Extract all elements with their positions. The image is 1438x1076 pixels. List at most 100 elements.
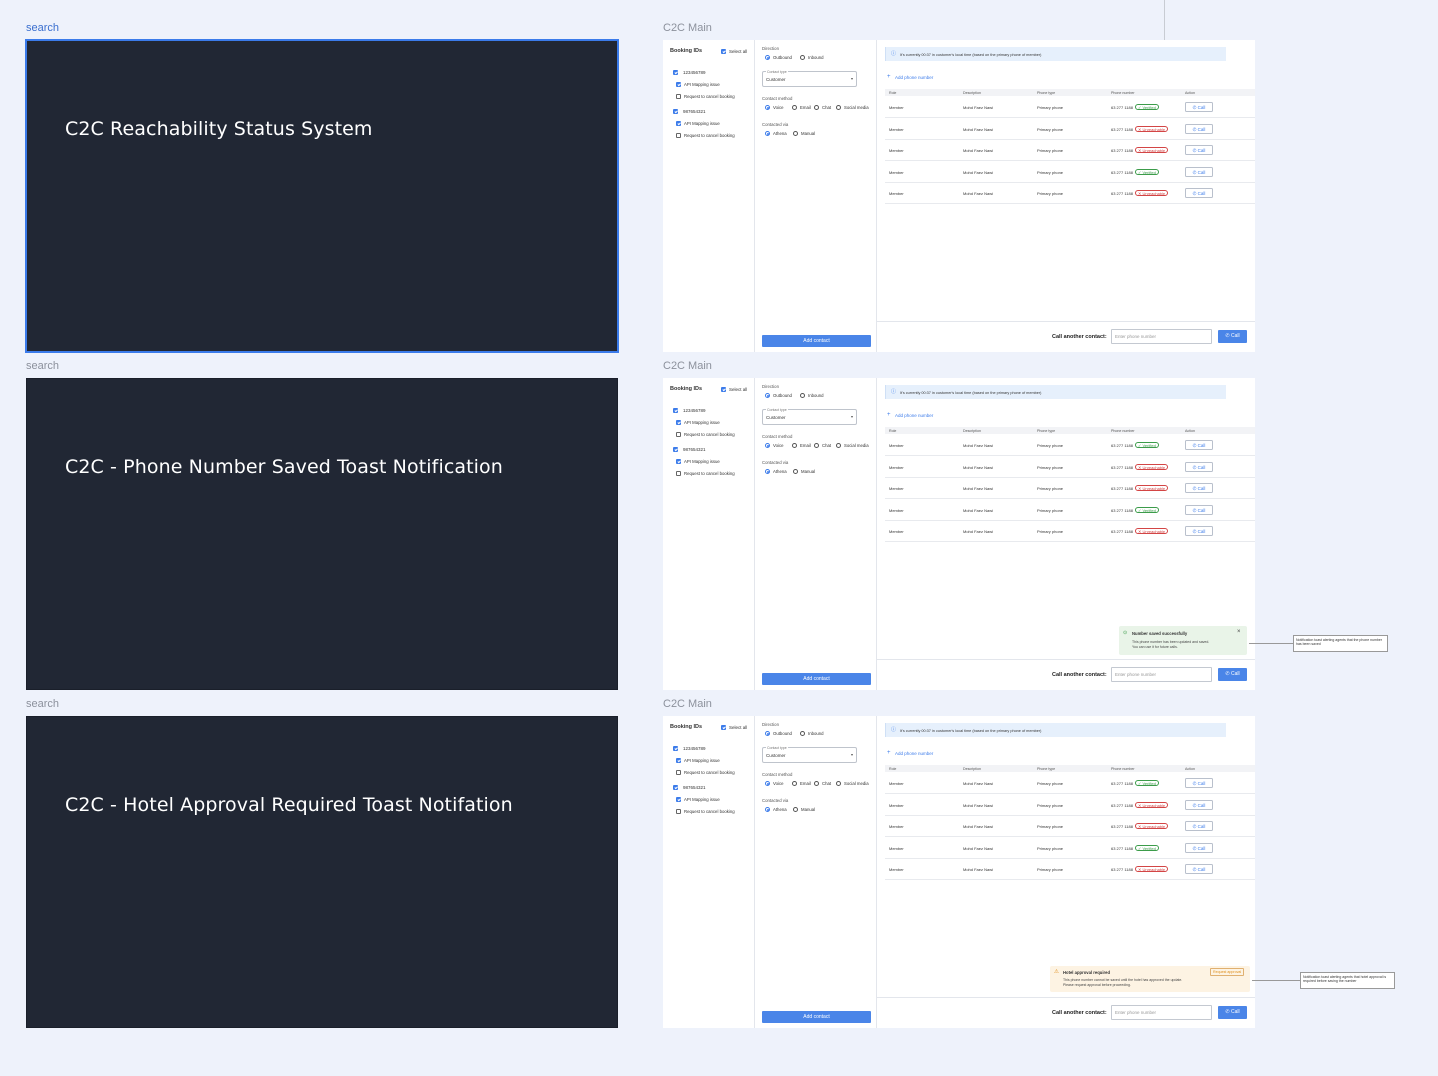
issue-checkbox[interactable] — [676, 471, 681, 476]
banner-text: It's currently 00:37 in customer's local… — [900, 391, 1042, 395]
email-radio[interactable] — [792, 105, 797, 110]
athena-radio[interactable] — [765, 131, 770, 136]
call-button[interactable]: ✆ Call — [1185, 504, 1213, 515]
call-button-primary[interactable]: ✆ Call — [1218, 330, 1247, 343]
banner-text: It's currently 00:37 in customer's local… — [900, 729, 1042, 733]
close-icon[interactable]: × — [1237, 629, 1241, 635]
screen-label[interactable]: C2C Main — [663, 22, 712, 34]
call-button[interactable]: ✆ Call — [1185, 461, 1213, 472]
booking-checkbox[interactable] — [673, 70, 678, 75]
booking-checkbox[interactable] — [673, 109, 678, 114]
role-cell: Member — [889, 781, 904, 786]
booking-checkbox[interactable] — [673, 746, 678, 751]
issue-label: API Mapping issue — [684, 121, 720, 126]
call-button[interactable]: ✆ Call — [1185, 842, 1213, 853]
role-cell: Member — [889, 802, 904, 808]
call-button[interactable]: ✆ Call — [1185, 440, 1213, 450]
select-all-checkbox[interactable] — [721, 49, 726, 54]
add-phone-link[interactable]: Add phone number — [895, 413, 933, 419]
frame-label[interactable]: search — [26, 360, 59, 372]
select-all-checkbox[interactable] — [721, 725, 726, 730]
issue-checkbox[interactable] — [676, 420, 681, 425]
call-button[interactable]: ✆ Call — [1185, 102, 1213, 112]
booking-checkbox[interactable] — [673, 785, 678, 790]
outbound-radio[interactable] — [765, 55, 770, 60]
issue-checkbox[interactable] — [676, 133, 681, 138]
athena-radio[interactable] — [765, 807, 770, 812]
call-button[interactable]: ✆ Call — [1185, 123, 1213, 134]
call-button[interactable]: ✆ Call — [1185, 166, 1213, 177]
call-button[interactable]: ✆ Call — [1185, 799, 1213, 810]
manual-radio[interactable] — [793, 469, 798, 474]
issue-checkbox[interactable] — [676, 432, 681, 437]
column-header: Description — [963, 91, 981, 95]
add-contact-button[interactable]: Add contact — [762, 1011, 871, 1023]
call-button[interactable]: ✆ Call — [1185, 188, 1213, 198]
outbound-radio[interactable] — [765, 731, 770, 736]
phone-number-input[interactable]: Enter phone number — [1111, 667, 1212, 682]
screen-label[interactable]: C2C Main — [663, 360, 712, 372]
call-button[interactable]: ✆ Call — [1185, 778, 1213, 788]
booking-checkbox[interactable] — [673, 408, 678, 413]
voice-radio[interactable] — [765, 105, 770, 110]
call-label: Call — [1197, 191, 1206, 196]
status-badge: ✓ Verified — [1135, 104, 1159, 110]
issue-checkbox[interactable] — [676, 121, 681, 126]
contact-type-select[interactable]: Contact type Customer ▾ — [762, 69, 857, 87]
call-button-primary[interactable]: ✆ Call — [1218, 668, 1247, 681]
voice-radio[interactable] — [765, 443, 770, 448]
social-radio[interactable] — [836, 443, 841, 448]
issue-checkbox[interactable] — [676, 82, 681, 87]
issue-checkbox[interactable] — [676, 758, 681, 763]
status-badge: ✓ Verified — [1135, 168, 1159, 175]
inbound-radio[interactable] — [800, 731, 805, 736]
add-phone-link[interactable]: Add phone number — [895, 75, 933, 81]
screen-label[interactable]: C2C Main — [663, 698, 712, 710]
phone-number-input[interactable]: Enter phone number — [1111, 1005, 1212, 1020]
phone-number-cell: 63 277 1188 — [1111, 802, 1133, 808]
cover-card[interactable]: C2C Reachability Status System — [25, 39, 619, 353]
contact-type-select[interactable]: Contact type Customer ▾ — [762, 745, 857, 763]
athena-radio[interactable] — [765, 469, 770, 474]
voice-radio[interactable] — [765, 781, 770, 786]
issue-checkbox[interactable] — [676, 809, 681, 814]
call-button[interactable]: ✆ Call — [1185, 821, 1213, 831]
select-all-checkbox[interactable] — [721, 387, 726, 392]
add-contact-button[interactable]: Add contact — [762, 335, 871, 347]
contact-type-select[interactable]: Contact type Customer ▾ — [762, 407, 857, 425]
issue-checkbox[interactable] — [676, 459, 681, 464]
call-button[interactable]: ✆ Call — [1185, 483, 1213, 493]
manual-radio[interactable] — [793, 131, 798, 136]
call-button[interactable]: ✆ Call — [1185, 145, 1213, 155]
email-radio[interactable] — [792, 781, 797, 786]
social-radio[interactable] — [836, 105, 841, 110]
manual-radio[interactable] — [793, 807, 798, 812]
frame-label[interactable]: search — [26, 698, 59, 710]
outbound-radio[interactable] — [765, 393, 770, 398]
email-radio[interactable] — [792, 443, 797, 448]
issue-checkbox[interactable] — [676, 94, 681, 99]
chat-radio[interactable] — [814, 105, 819, 110]
phone-number-input[interactable]: Enter phone number — [1111, 329, 1212, 344]
chat-radio[interactable] — [814, 443, 819, 448]
add-contact-button[interactable]: Add contact — [762, 673, 871, 685]
frame-label[interactable]: search — [26, 22, 59, 34]
inbound-radio[interactable] — [800, 55, 805, 60]
booking-checkbox[interactable] — [673, 447, 678, 452]
column-header: Phone number — [1111, 767, 1135, 771]
call-button[interactable]: ✆ Call — [1185, 864, 1213, 874]
inbound-label: Inbound — [808, 731, 824, 736]
issue-checkbox[interactable] — [676, 797, 681, 802]
phone-type-cell: Primary phone — [1037, 529, 1064, 534]
call-button-primary[interactable]: ✆ Call — [1218, 1006, 1247, 1019]
issue-checkbox[interactable] — [676, 770, 681, 775]
social-radio[interactable] — [836, 781, 841, 786]
request-approval-button[interactable]: Request approval — [1210, 968, 1245, 976]
chat-radio[interactable] — [814, 781, 819, 786]
inbound-radio[interactable] — [800, 393, 805, 398]
cover-card[interactable]: C2C - Hotel Approval Required Toast Noti… — [26, 716, 618, 1028]
add-phone-link[interactable]: Add phone number — [895, 751, 933, 757]
status-badge: ✕ Unreachable — [1135, 485, 1169, 491]
cover-card[interactable]: C2C - Phone Number Saved Toast Notificat… — [26, 378, 618, 690]
call-button[interactable]: ✆ Call — [1185, 526, 1213, 536]
